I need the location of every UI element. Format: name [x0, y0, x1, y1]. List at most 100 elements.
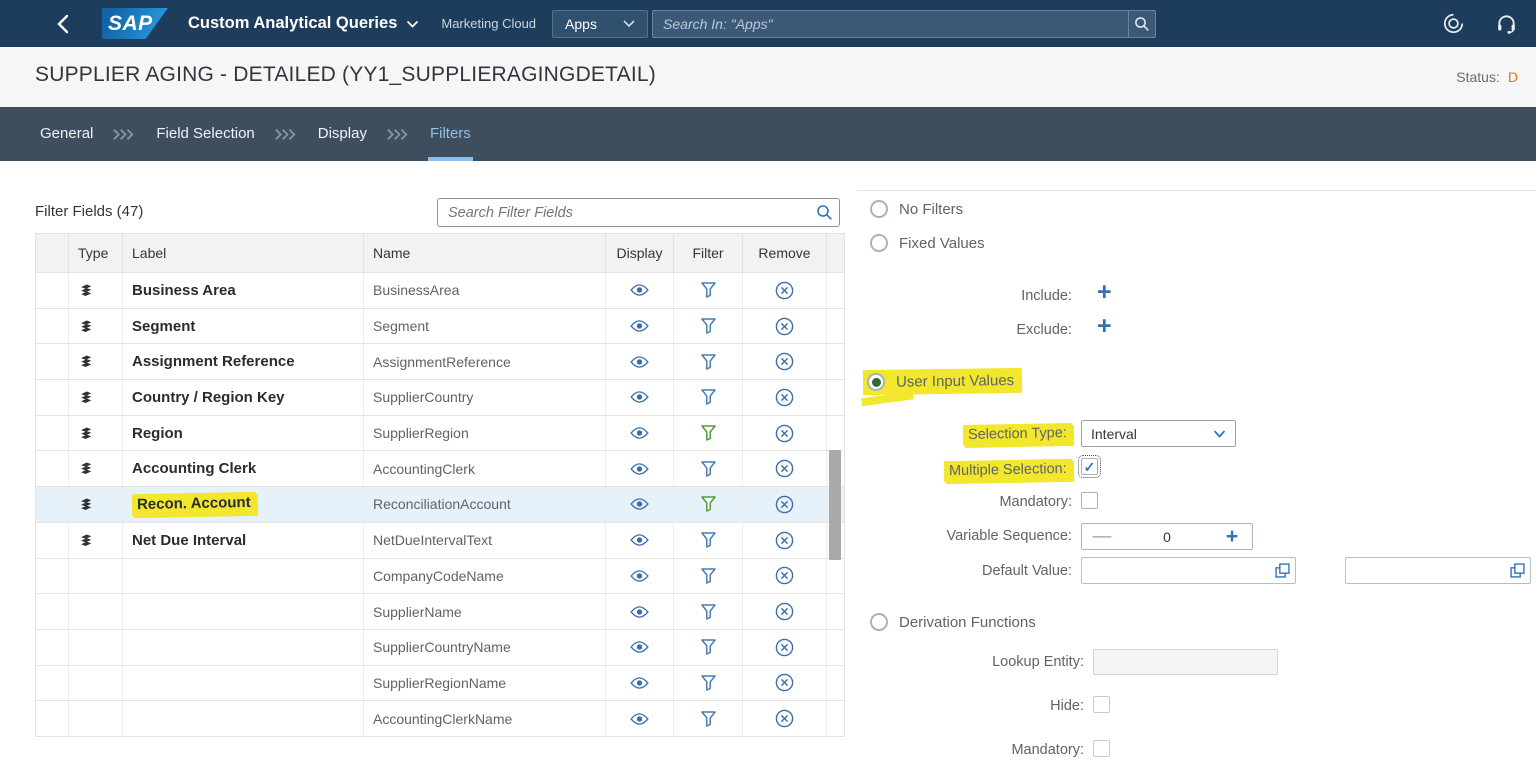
- chevron-down-icon: [1213, 429, 1226, 438]
- tab-filters[interactable]: Filters: [427, 109, 473, 161]
- hide-checkbox[interactable]: [1093, 696, 1110, 713]
- row-filter-toggle[interactable]: [674, 380, 743, 415]
- row-filter-toggle[interactable]: [674, 415, 743, 451]
- row-type-cell: [69, 522, 123, 558]
- row-display-toggle[interactable]: [606, 701, 674, 736]
- row-remove-button[interactable]: [743, 594, 827, 629]
- filter-fields-search-button[interactable]: [809, 204, 839, 221]
- table-row[interactable]: SupplierName: [35, 594, 845, 630]
- row-display-toggle[interactable]: [606, 415, 674, 451]
- row-display-toggle[interactable]: [606, 308, 674, 344]
- option-user-input-values[interactable]: User Input Values: [862, 367, 1023, 396]
- multiple-selection-checkbox[interactable]: ✓: [1078, 455, 1101, 478]
- no-filters-radio[interactable]: [870, 200, 888, 218]
- table-row[interactable]: Accounting Clerk AccountingClerk: [35, 451, 845, 488]
- row-remove-button[interactable]: [743, 487, 827, 522]
- row-filter-toggle[interactable]: [674, 273, 743, 308]
- row-filter-toggle[interactable]: [674, 451, 743, 487]
- lookup-entity-input[interactable]: [1093, 649, 1278, 675]
- table-row[interactable]: CompanyCodeName: [35, 558, 845, 595]
- filter-fields-search-input[interactable]: [438, 204, 809, 221]
- row-filter-toggle[interactable]: [674, 701, 743, 736]
- row-scroll-gutter: [827, 594, 846, 629]
- default-value-low-field[interactable]: [1082, 562, 1269, 579]
- option-no-filters[interactable]: No Filters: [870, 200, 963, 218]
- default-value-input-high: [1345, 557, 1531, 584]
- user-input-values-radio[interactable]: [866, 372, 886, 392]
- row-label: Assignment Reference: [132, 353, 295, 371]
- table-row[interactable]: Segment Segment: [35, 308, 846, 345]
- row-display-toggle[interactable]: [606, 344, 674, 380]
- status-label: Status:: [1456, 69, 1500, 85]
- row-remove-button[interactable]: [743, 701, 827, 736]
- table-row[interactable]: Assignment Reference AssignmentReference: [35, 344, 845, 381]
- row-filter-toggle[interactable]: [674, 308, 743, 344]
- stepper-plus-button[interactable]: +: [1212, 525, 1252, 549]
- row-display-toggle[interactable]: [606, 665, 674, 701]
- back-button[interactable]: [56, 14, 80, 34]
- row-filter-toggle[interactable]: [674, 522, 743, 558]
- row-display-toggle[interactable]: [606, 273, 674, 308]
- global-search-button[interactable]: [1128, 10, 1155, 37]
- copilot-button[interactable]: [1442, 12, 1465, 35]
- support-button[interactable]: [1495, 12, 1518, 35]
- table-row[interactable]: SupplierRegionName: [35, 665, 845, 702]
- tab-field-selection[interactable]: Field Selection: [154, 109, 256, 161]
- row-display-toggle[interactable]: [606, 558, 674, 594]
- row-remove-button[interactable]: [743, 522, 827, 558]
- value-help-button[interactable]: [1504, 563, 1530, 578]
- search-scope-dropdown[interactable]: Apps: [552, 9, 649, 38]
- default-value-label: Default Value:: [981, 563, 1072, 579]
- row-select-gutter: [36, 308, 69, 344]
- table-row[interactable]: Net Due Interval NetDueIntervalText: [35, 522, 845, 559]
- include-label: Include:: [1021, 288, 1072, 304]
- row-filter-toggle[interactable]: [674, 629, 743, 665]
- row-remove-button[interactable]: [743, 665, 827, 701]
- fixed-values-radio[interactable]: [870, 234, 888, 252]
- dimension-icon: [81, 355, 92, 368]
- row-remove-button[interactable]: [743, 344, 827, 380]
- mandatory-2-checkbox[interactable]: [1093, 740, 1110, 757]
- global-search-input[interactable]: [653, 10, 1129, 37]
- row-display-toggle[interactable]: [606, 487, 674, 522]
- row-remove-button[interactable]: [743, 273, 827, 308]
- row-display-toggle[interactable]: [606, 629, 674, 665]
- table-row[interactable]: AccountingClerkName: [35, 701, 845, 737]
- derivation-functions-radio[interactable]: [870, 613, 888, 631]
- row-remove-button[interactable]: [743, 308, 827, 344]
- table-row[interactable]: SupplierCountryName: [35, 629, 845, 666]
- row-display-toggle[interactable]: [606, 594, 674, 629]
- option-derivation-functions[interactable]: Derivation Functions: [870, 613, 1036, 631]
- stepper-minus-button[interactable]: —: [1082, 526, 1122, 548]
- tab-general[interactable]: General: [38, 109, 95, 161]
- row-filter-toggle[interactable]: [674, 487, 743, 522]
- row-remove-button[interactable]: [743, 380, 827, 415]
- exclude-add-button[interactable]: +: [1097, 314, 1112, 339]
- filter-funnel-icon: [700, 603, 716, 620]
- row-remove-button[interactable]: [743, 451, 827, 487]
- row-remove-button[interactable]: [743, 629, 827, 665]
- row-remove-button[interactable]: [743, 558, 827, 594]
- row-scroll-gutter: [827, 309, 846, 344]
- row-display-toggle[interactable]: [606, 522, 674, 558]
- table-row[interactable]: Country / Region Key SupplierCountry: [35, 380, 845, 416]
- row-filter-toggle[interactable]: [674, 594, 743, 629]
- value-help-button[interactable]: [1269, 563, 1295, 578]
- table-row[interactable]: Recon. Account ReconciliationAccount: [35, 487, 845, 523]
- row-display-toggle[interactable]: [606, 380, 674, 415]
- row-filter-toggle[interactable]: [674, 558, 743, 594]
- option-fixed-values[interactable]: Fixed Values: [870, 234, 985, 252]
- selection-type-dropdown[interactable]: Interval: [1081, 420, 1236, 447]
- tab-display[interactable]: Display: [316, 109, 369, 161]
- app-title-menu[interactable]: Custom Analytical Queries: [188, 14, 419, 33]
- include-add-button[interactable]: +: [1097, 280, 1112, 305]
- row-remove-button[interactable]: [743, 415, 827, 451]
- mandatory-checkbox[interactable]: [1081, 492, 1098, 509]
- row-filter-toggle[interactable]: [674, 665, 743, 701]
- default-value-high-field[interactable]: [1346, 562, 1504, 579]
- table-row[interactable]: Business Area BusinessArea: [35, 273, 845, 309]
- row-display-toggle[interactable]: [606, 451, 674, 487]
- row-filter-toggle[interactable]: [674, 344, 743, 380]
- table-row[interactable]: Region SupplierRegion: [35, 415, 845, 452]
- table-scrollbar-thumb[interactable]: [829, 450, 841, 560]
